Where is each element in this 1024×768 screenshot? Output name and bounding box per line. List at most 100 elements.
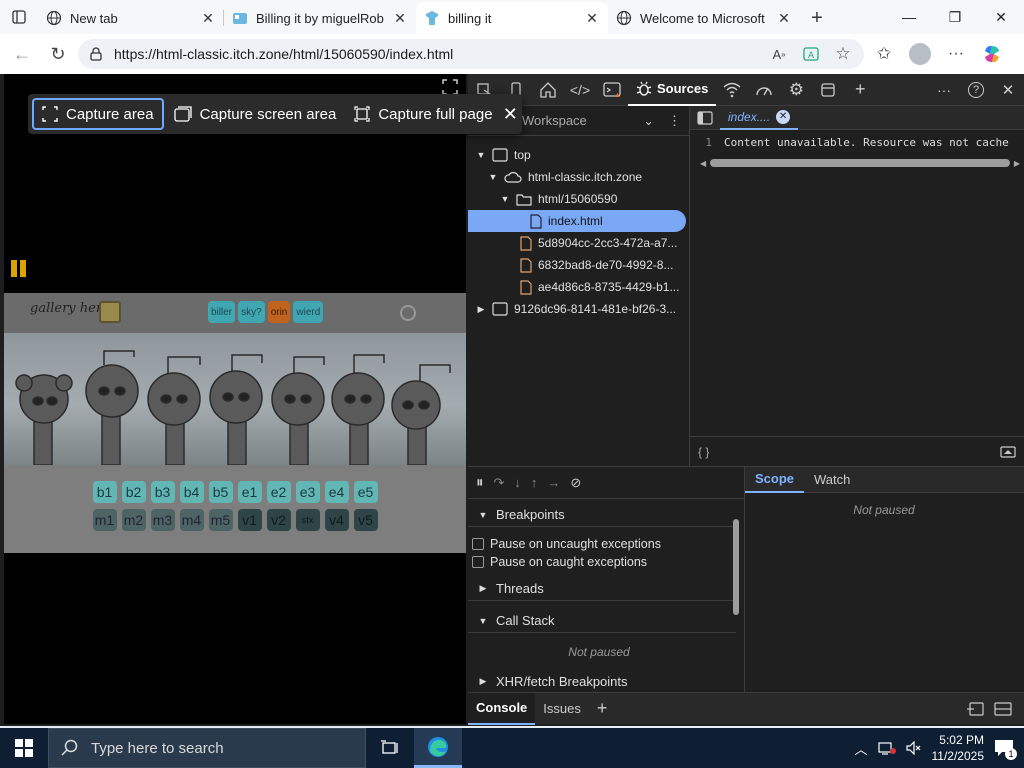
close-tab-icon[interactable]: ✕ [392, 10, 408, 26]
scrollbar-thumb[interactable] [733, 519, 739, 615]
horizontal-scrollbar[interactable]: ◀ ▶ [700, 158, 1020, 168]
refresh-button[interactable]: ↻ [42, 38, 74, 70]
favorites-button[interactable]: ✩ [868, 38, 900, 70]
add-tool-plus-icon[interactable]: + [844, 74, 876, 106]
game-viewport[interactable]: gallery here biller sky? orin wierd b1 b… [4, 74, 466, 724]
sound-icon-b3[interactable]: b3 [150, 481, 175, 503]
vertical-scrollbar[interactable] [730, 503, 742, 691]
sound-icon-m1[interactable]: m1 [92, 509, 117, 531]
sound-icon-m2[interactable]: m2 [121, 509, 146, 531]
notification-center-button[interactable]: 1 [994, 739, 1017, 760]
settings-more-button[interactable]: ··· [940, 38, 972, 70]
sound-icon-e1[interactable]: e1 [237, 481, 262, 503]
sound-icon-v1[interactable]: v1 [237, 509, 262, 531]
tab-new-tab[interactable]: New tab ✕ [38, 2, 224, 34]
scroll-left-icon[interactable]: ◀ [700, 159, 706, 168]
maximize-button[interactable]: ❐ [932, 0, 978, 34]
editor-tab-index[interactable]: index.... ✕ [720, 106, 799, 130]
workspace-tab[interactable]: Workspace [522, 113, 587, 128]
profile-button[interactable] [904, 38, 936, 70]
copilot-button[interactable] [976, 38, 1008, 70]
preset-wierd[interactable]: wierd [293, 301, 324, 323]
pretty-print-button[interactable]: { } [698, 445, 709, 459]
deactivate-breakpoints-icon[interactable]: ⊘ [570, 475, 581, 491]
close-tab-icon[interactable]: ✕ [200, 10, 216, 26]
call-stack-section[interactable]: ▼ Call Stack [468, 609, 736, 633]
welcome-home-icon[interactable] [532, 74, 564, 106]
tab-actions-button[interactable] [0, 0, 38, 34]
taskbar-search[interactable]: Type here to search [48, 728, 366, 768]
minimize-button[interactable]: — [886, 0, 932, 34]
console-drawer-tab[interactable]: Console [468, 692, 536, 725]
new-tab-button[interactable]: + [800, 2, 834, 34]
tree-node-blob-2[interactable]: 6832bad8-de70-4992-8... [520, 254, 673, 276]
favorite-star-icon[interactable]: ☆ [832, 43, 854, 65]
memory-gear-icon[interactable]: ⚙ [780, 74, 812, 106]
tab-billing-it-by-miguelroblo[interactable]: Billing it by miguelRoblo ✕ [224, 2, 416, 34]
preset-orin[interactable]: orin [267, 301, 291, 323]
sound-icon-m4[interactable]: m4 [179, 509, 204, 531]
sound-icon-v5[interactable]: v5 [353, 509, 378, 531]
pause-caught-checkbox[interactable]: Pause on caught exceptions [472, 555, 647, 569]
scope-tab[interactable]: Scope [745, 467, 805, 493]
network-icon[interactable] [877, 741, 896, 755]
close-drawer-icon[interactable] [994, 701, 1012, 716]
pause-button[interactable] [11, 260, 26, 277]
elements-code-icon[interactable]: </> [564, 74, 596, 106]
sound-icon-m5[interactable]: m5 [208, 509, 233, 531]
back-button[interactable]: ← [6, 38, 38, 70]
chevron-up-icon[interactable]: ︿ [854, 739, 867, 758]
chevron-down-icon[interactable]: ⌄ [643, 113, 654, 129]
close-window-button[interactable]: ✕ [978, 0, 1024, 34]
tree-node-index-html[interactable]: index.html [468, 210, 686, 232]
capture-full-page-button[interactable]: Capture full page [346, 98, 500, 130]
resume-icon[interactable]: ⏸ [476, 474, 484, 491]
performance-icon[interactable] [748, 74, 780, 106]
navigator-more-icon[interactable]: ⋮ [668, 113, 681, 129]
clock[interactable]: 5:02 PM 11/2/2025 [932, 732, 985, 764]
sound-icon-e4[interactable]: e4 [324, 481, 349, 503]
pause-uncaught-checkbox[interactable]: Pause on uncaught exceptions [472, 537, 661, 551]
capture-screen-area-button[interactable]: Capture screen area [166, 98, 345, 130]
translate-icon[interactable]: A [800, 43, 822, 65]
sound-icon-b2[interactable]: b2 [121, 481, 146, 503]
sound-icon-b5[interactable]: b5 [208, 481, 233, 503]
sound-icon-sfx[interactable]: sfx [295, 509, 320, 531]
tree-node-other[interactable]: ▶ 9126dc96-8141-481e-bf26-3... [476, 298, 677, 320]
toggle-navigator-icon[interactable] [690, 106, 720, 130]
help-icon[interactable]: ? [960, 74, 992, 106]
close-tab-icon[interactable]: ✕ [584, 10, 600, 26]
tree-node-blob-3[interactable]: ae4d86c8-8735-4429-b1... [520, 276, 679, 298]
close-tab-icon[interactable]: ✕ [776, 10, 792, 26]
step-over-icon[interactable]: ↷ [494, 475, 505, 491]
step-into-icon[interactable]: ↓ [514, 475, 521, 490]
xhr-breakpoints-section[interactable]: ▶ XHR/fetch Breakpoints [468, 669, 736, 693]
add-drawer-tab-icon[interactable]: + [589, 693, 616, 725]
game-canvas[interactable]: gallery here biller sky? orin wierd b1 b… [4, 293, 466, 553]
gallery-folder-icon[interactable] [99, 301, 121, 323]
tree-node-blob-1[interactable]: 5d8904cc-2cc3-472a-a7... [520, 232, 677, 254]
edge-taskbar-button[interactable] [414, 728, 462, 768]
url-text[interactable]: https://html-classic.itch.zone/html/1506… [114, 46, 758, 62]
preset-sky[interactable]: sky? [238, 301, 265, 323]
network-wifi-icon[interactable] [716, 74, 748, 106]
step-icon[interactable]: → [547, 475, 560, 490]
close-file-icon[interactable]: ✕ [776, 109, 791, 124]
application-icon[interactable] [812, 74, 844, 106]
read-aloud-icon[interactable]: A» [768, 43, 790, 65]
sound-icon-v2[interactable]: v2 [266, 509, 291, 531]
coverage-icon[interactable] [1000, 445, 1016, 458]
sources-tab[interactable]: Sources [628, 74, 717, 106]
fullscreen-icon[interactable] [442, 79, 458, 95]
checkbox[interactable] [472, 556, 484, 568]
sound-icon-b4[interactable]: b4 [179, 481, 204, 503]
tab-billing-it[interactable]: billing it ✕ [416, 2, 608, 34]
preset-biller[interactable]: biller [208, 301, 236, 323]
dock-icon[interactable] [966, 701, 984, 716]
scroll-right-icon[interactable]: ▶ [1014, 159, 1020, 168]
console-icon[interactable] [596, 74, 628, 106]
sound-icon-v4[interactable]: v4 [324, 509, 349, 531]
task-view-button[interactable] [366, 728, 414, 768]
sound-icon-e2[interactable]: e2 [266, 481, 291, 503]
scrollbar-thumb[interactable] [710, 159, 1010, 167]
